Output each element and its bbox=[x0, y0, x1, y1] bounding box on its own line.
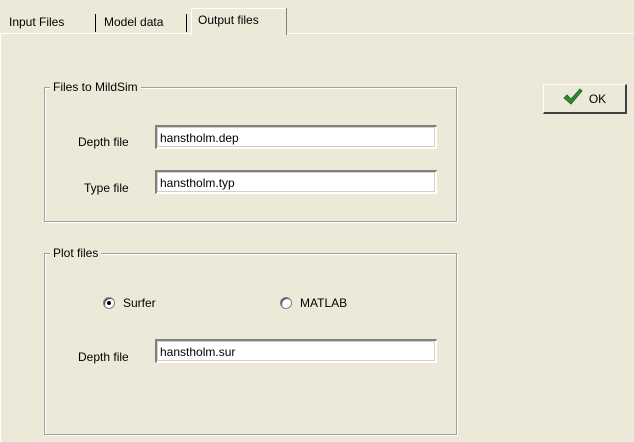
radio-matlab-button[interactable] bbox=[280, 297, 292, 309]
tab-page-border bbox=[0, 33, 1, 442]
files-to-mildsim-legend: Files to MildSim bbox=[50, 80, 141, 94]
tab-output-files[interactable]: Output files bbox=[191, 8, 287, 35]
radio-surfer-label: Surfer bbox=[123, 296, 156, 310]
plot-files-legend: Plot files bbox=[50, 246, 102, 260]
type-file-input[interactable] bbox=[155, 170, 437, 194]
ok-button-label: OK bbox=[588, 91, 607, 106]
depth-file-label: Depth file bbox=[78, 135, 129, 149]
checkmark-icon bbox=[563, 88, 583, 109]
radio-surfer[interactable]: Surfer bbox=[103, 296, 156, 310]
tab-page-border bbox=[0, 33, 634, 34]
tab-input-files[interactable]: Input Files bbox=[5, 12, 68, 32]
radio-surfer-button[interactable] bbox=[103, 297, 115, 309]
radio-matlab-label: MATLAB bbox=[300, 296, 348, 310]
tab-strip: Input Files Model data Output files bbox=[0, 0, 634, 35]
files-to-mildsim-group: Files to MildSim bbox=[44, 80, 457, 222]
plot-depth-file-input[interactable] bbox=[155, 339, 437, 363]
type-file-label: Type file bbox=[84, 181, 129, 195]
plot-depth-file-label: Depth file bbox=[78, 350, 129, 364]
radio-matlab[interactable]: MATLAB bbox=[280, 296, 347, 310]
tab-separator bbox=[186, 14, 187, 32]
tab-model-data[interactable]: Model data bbox=[100, 12, 167, 32]
ok-button[interactable]: OK bbox=[543, 84, 627, 114]
depth-file-input[interactable] bbox=[155, 125, 437, 149]
tab-separator bbox=[95, 14, 96, 32]
